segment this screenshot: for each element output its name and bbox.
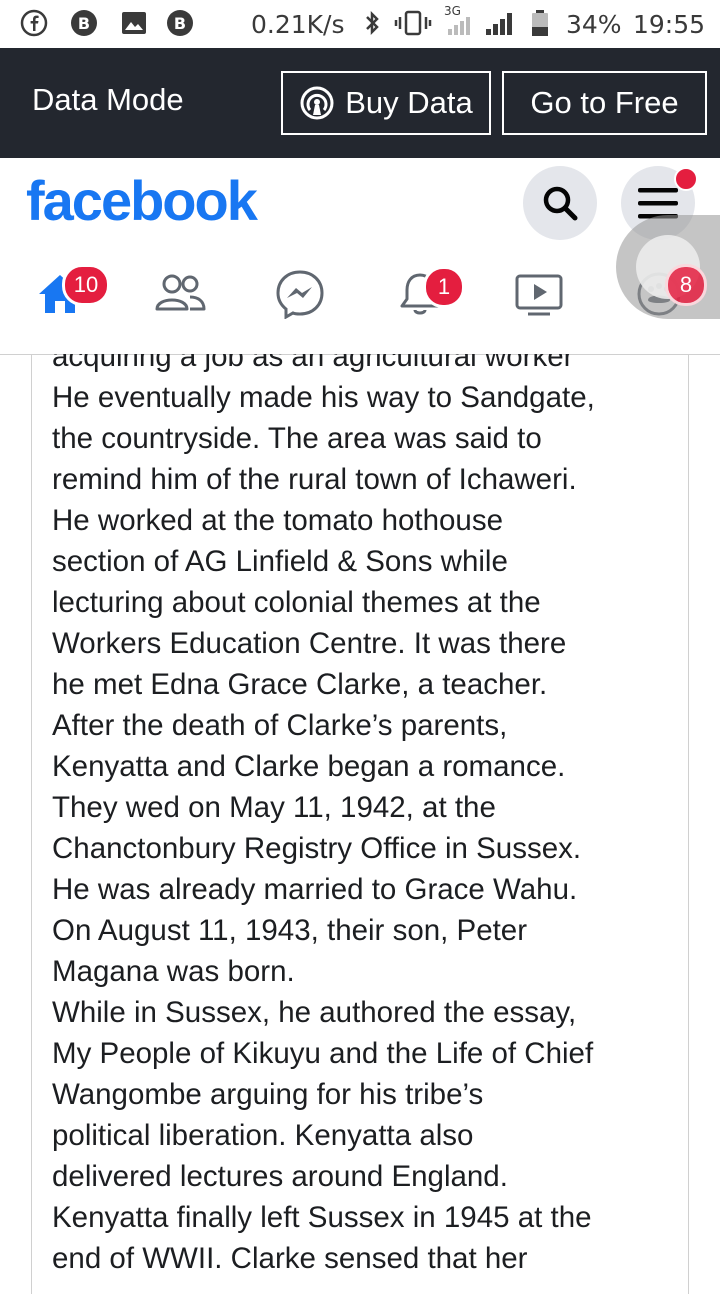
facebook-header: facebook 10 1 [0,158,720,355]
bluetooth-icon [366,10,379,36]
facebook-notification-icon [20,9,48,37]
text-line: he met Edna Grace Clarke, a teacher. [52,668,548,701]
text-line: remind him of the rural town of Ichaweri… [52,463,577,496]
clock-time: 19:55 [633,10,706,39]
menu-notification-dot [674,167,698,191]
data-mode-bar: Data Mode Buy Data Go to Free [0,48,720,158]
text-line: My People of Kikuyu and the Life of Chie… [52,1037,594,1070]
text-line: After the death of Clarke’s parents, [52,709,508,742]
text-line: He worked at the tomato hothouse [52,504,503,537]
signal-icon [448,17,470,35]
search-button[interactable] [523,166,597,240]
svg-text:B: B [174,14,186,33]
go-to-free-label: Go to Free [530,85,679,120]
friends-icon [155,274,206,311]
home-badge: 10 [62,264,110,306]
text-line: While in Sussex, he authored the essay, [52,996,577,1029]
image-notification-icon [122,12,146,34]
notifications-badge: 1 [423,266,465,308]
text-line: Workers Education Centre. It was there [52,627,567,660]
text-line: lecturing about colonial themes at the [52,586,541,619]
go-to-free-button[interactable]: Go to Free [502,71,707,135]
signal-icon-2 [486,13,512,35]
buy-data-button[interactable]: Buy Data [281,71,491,135]
network-speed: 0.21K/s [251,10,345,39]
buy-data-label: Buy Data [345,85,473,120]
search-icon [543,186,578,221]
text-line: political liberation. Kenyatta also [52,1119,474,1152]
text-line: the countryside. The area was said to [52,422,542,455]
text-line: end of WWII. Clarke sensed that her [52,1242,528,1275]
text-line: On August 11, 1943, their son, Peter [52,914,528,947]
svg-text:B: B [78,14,90,33]
battery-percent: 34% [566,10,622,39]
battery-icon [532,10,548,36]
text-line: He was already married to Grace Wahu. [52,873,578,906]
text-line: Chanctonbury Registry Office in Sussex. [52,832,582,865]
nav-messenger[interactable] [264,258,336,330]
text-line: delivered lectures around England. [52,1160,508,1193]
video-icon [515,274,563,316]
text-line: They wed on May 11, 1942, at the [52,791,496,824]
post-text: acquiring a job as an agricultural worke… [52,354,688,1279]
broadcast-icon [300,86,334,120]
nav-watch[interactable] [503,258,575,330]
text-line: Kenyatta finally left Sussex in 1945 at … [52,1201,592,1234]
text-line: Kenyatta and Clarke began a romance. [52,750,566,783]
post-content: acquiring a job as an agricultural worke… [31,354,689,1294]
facebook-logo[interactable]: facebook [26,168,258,233]
nav-friends[interactable] [144,258,216,330]
text-line: acquiring a job as an agricultural worke… [52,354,574,373]
data-mode-title: Data Mode [32,82,184,117]
vibrate-icon [394,10,432,36]
app-notification-icon-2: B [167,10,193,36]
marketplace-badge: 8 [665,264,707,306]
text-line: Wangombe arguing for his tribe’s [52,1078,484,1111]
floating-assistive-touch[interactable] [616,215,720,319]
text-line: section of AG Linfield & Sons while [52,545,508,578]
status-bar: B B 0.21K/s 3G 34% 19:55 [0,0,720,48]
text-line: He eventually made his way to Sandgate, [52,381,595,414]
text-line: Magana was born. [52,955,295,988]
messenger-icon [276,270,324,319]
app-notification-icon: B [71,10,97,36]
